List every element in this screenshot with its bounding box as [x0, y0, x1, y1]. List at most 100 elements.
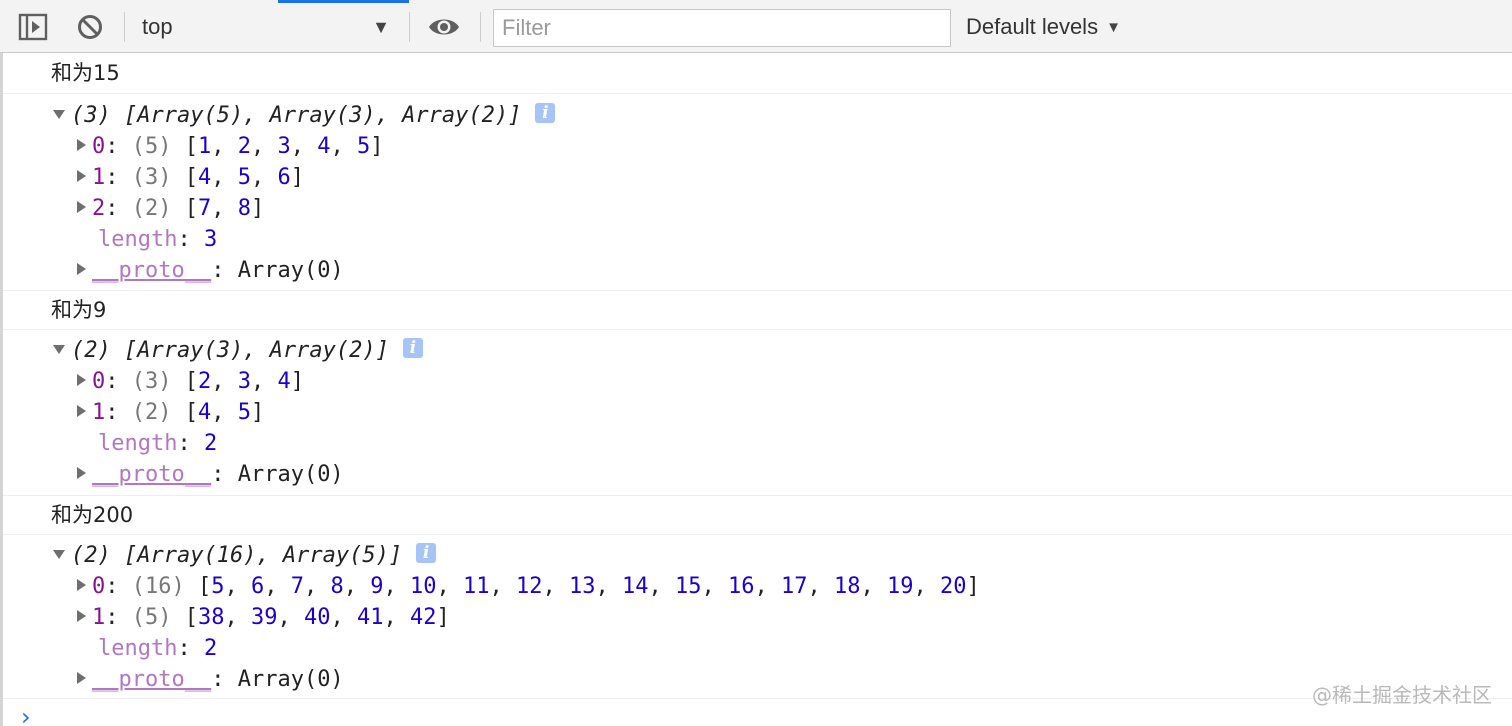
- length-value: 3: [203, 227, 218, 252]
- collapse-triangle-icon[interactable]: [77, 467, 86, 479]
- array-value: 38: [198, 605, 225, 630]
- info-icon[interactable]: i: [416, 543, 437, 563]
- array-preview: (2) [Array(3), Array(2)]: [71, 338, 389, 363]
- array-value: 12: [515, 574, 543, 599]
- array-value: 8: [237, 196, 251, 221]
- array-value: 4: [198, 165, 212, 190]
- array-value: 17: [780, 574, 808, 599]
- collapse-triangle-icon[interactable]: [77, 170, 86, 182]
- proto-value: Array(0): [237, 667, 344, 692]
- array-value: 18: [833, 574, 861, 599]
- array-value: 3: [277, 134, 291, 159]
- array-value: 7: [290, 574, 304, 599]
- array-value: 42: [410, 605, 437, 630]
- proto-key: __proto__: [92, 667, 212, 692]
- entry-count: (3): [131, 369, 172, 394]
- proto-key: __proto__: [92, 258, 212, 283]
- clear-console-button[interactable]: [74, 11, 106, 43]
- expand-triangle-icon[interactable]: [53, 549, 65, 559]
- context-value: top: [142, 14, 173, 39]
- array-preview: (2) [Array(16), Array(5)]: [71, 543, 403, 568]
- filter-input[interactable]: [493, 9, 951, 47]
- log-text: 和为15: [51, 61, 120, 85]
- array-value: 3: [237, 369, 251, 394]
- entry-index: 0: [92, 574, 106, 599]
- entry-index: 1: [92, 165, 106, 190]
- array-value: 20: [939, 574, 967, 599]
- expand-triangle-icon[interactable]: [53, 344, 65, 354]
- console-array-message: (2) [Array(16), Array(5)] i 0: (16) [5, 6…: [3, 535, 1512, 699]
- proto-entry[interactable]: __proto__: Array(0): [77, 459, 344, 490]
- array-preview: (3) [Array(5), Array(3), Array(2)]: [71, 103, 522, 128]
- array-entry[interactable]: 0: (16) [5, 6, 7, 8, 9, 10, 11, 12, 13, …: [77, 571, 980, 602]
- active-tab-indicator: [278, 0, 409, 3]
- array-value: 15: [674, 574, 702, 599]
- array-value: 11: [462, 574, 490, 599]
- entry-index: 1: [92, 605, 106, 630]
- collapse-triangle-icon[interactable]: [77, 263, 86, 275]
- info-icon[interactable]: i: [402, 338, 423, 358]
- array-value: 5: [237, 165, 251, 190]
- array-value: 10: [409, 574, 437, 599]
- length-key: length: [98, 431, 178, 456]
- entry-count: (3): [131, 165, 172, 190]
- array-value: 40: [304, 605, 331, 630]
- log-levels-dropdown[interactable]: Default levels ▼: [966, 8, 1121, 46]
- length-property: length: 2: [98, 636, 218, 661]
- levels-label: Default levels: [966, 14, 1099, 39]
- array-header-row[interactable]: (3) [Array(5), Array(3), Array(2)] i: [53, 100, 556, 131]
- chevron-down-icon: ▼: [372, 17, 390, 37]
- collapse-triangle-icon[interactable]: [77, 139, 86, 151]
- proto-entry[interactable]: __proto__: Array(0): [77, 255, 344, 286]
- array-header-row[interactable]: (2) [Array(3), Array(2)] i: [53, 335, 423, 366]
- array-entry[interactable]: 1: (2) [4, 5]: [77, 397, 264, 428]
- chevron-down-icon: ▼: [1106, 18, 1121, 36]
- array-value: 4: [277, 369, 291, 394]
- console-array-message: (3) [Array(5), Array(3), Array(2)] i 0: (…: [3, 94, 1512, 291]
- entry-count: (5): [131, 134, 172, 159]
- array-header-row[interactable]: (2) [Array(16), Array(5)] i: [53, 540, 437, 571]
- log-text: 和为9: [51, 298, 107, 322]
- sidebar-toggle-icon: [18, 13, 48, 41]
- entry-index: 0: [92, 369, 106, 394]
- array-value: 13: [568, 574, 596, 599]
- array-value: 4: [198, 400, 212, 425]
- console-log-message: 和为15: [3, 53, 1512, 94]
- collapse-triangle-icon[interactable]: [77, 610, 86, 622]
- length-property: length: 3: [98, 227, 218, 252]
- array-entry[interactable]: 2: (2) [7, 8]: [77, 193, 264, 224]
- array-value: 5: [211, 574, 225, 599]
- context-selector[interactable]: top ▼: [134, 8, 398, 46]
- log-text: 和为200: [51, 503, 134, 527]
- info-icon[interactable]: i: [535, 103, 556, 123]
- array-value: 41: [357, 605, 384, 630]
- live-expression-button[interactable]: [428, 11, 460, 43]
- array-value: 19: [886, 574, 914, 599]
- array-entry[interactable]: 1: (5) [38, 39, 40, 41, 42]: [77, 602, 450, 633]
- show-sidebar-button[interactable]: [17, 11, 49, 43]
- collapse-triangle-icon[interactable]: [77, 672, 86, 684]
- array-entry[interactable]: 0: (5) [1, 2, 3, 4, 5]: [77, 131, 384, 162]
- array-value: 5: [237, 400, 251, 425]
- toolbar-divider: [480, 12, 481, 42]
- array-value: 4: [317, 134, 331, 159]
- array-value: 6: [277, 165, 291, 190]
- proto-entry[interactable]: __proto__: Array(0): [77, 664, 344, 695]
- eye-icon: [429, 19, 459, 35]
- array-value: 16: [727, 574, 755, 599]
- collapse-triangle-icon[interactable]: [77, 201, 86, 213]
- array-entry[interactable]: 0: (3) [2, 3, 4]: [77, 366, 304, 397]
- collapse-triangle-icon[interactable]: [77, 405, 86, 417]
- console-messages: 和为15 (3) [Array(5), Array(3), Array(2)] i…: [0, 53, 1512, 726]
- array-value: 9: [370, 574, 384, 599]
- entry-count: (16): [131, 574, 185, 599]
- expand-triangle-icon[interactable]: [53, 109, 65, 119]
- array-entry[interactable]: 1: (3) [4, 5, 6]: [77, 162, 304, 193]
- collapse-triangle-icon[interactable]: [77, 374, 86, 386]
- length-key: length: [98, 636, 178, 661]
- console-array-message: (2) [Array(3), Array(2)] i 0: (3) [2, 3, …: [3, 330, 1512, 496]
- console-prompt-chevron-icon[interactable]: ›: [21, 703, 31, 726]
- entry-count: (2): [131, 196, 172, 221]
- array-value: 14: [621, 574, 649, 599]
- collapse-triangle-icon[interactable]: [77, 579, 86, 591]
